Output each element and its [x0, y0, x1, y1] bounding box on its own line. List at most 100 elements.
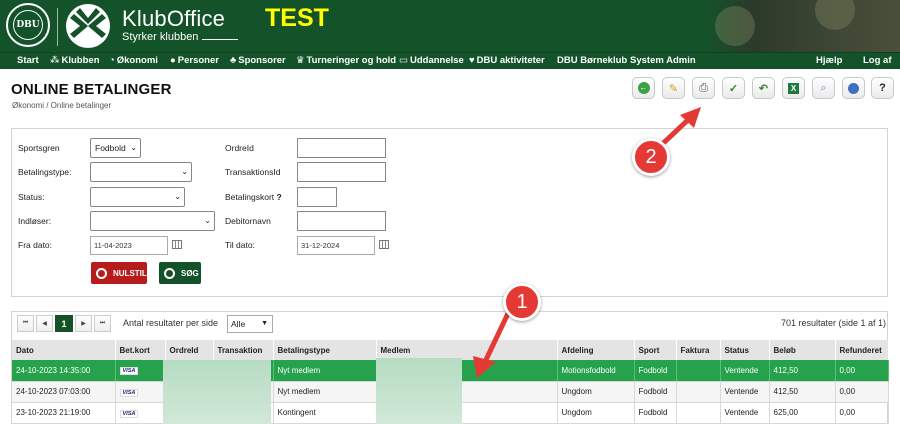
- print-button[interactable]: ⎙: [692, 77, 715, 99]
- col-status[interactable]: Status: [720, 340, 770, 360]
- first-page-button[interactable]: ⏮: [17, 315, 34, 332]
- cell-refunderet: 0,00: [835, 360, 889, 382]
- indloser-select[interactable]: ⌄: [90, 211, 215, 231]
- cell-faktura: [676, 402, 721, 424]
- ordreid-input[interactable]: [297, 138, 386, 158]
- nav-item-okonomi[interactable]: ◔ Økonomi: [109, 55, 158, 66]
- fradato-input[interactable]: 11-04-2023: [90, 236, 168, 255]
- visa-card-icon: VISA: [119, 388, 139, 397]
- approve-button[interactable]: ✓: [722, 77, 745, 99]
- nav-item-help[interactable]: Hjælp: [816, 55, 842, 66]
- col-betkort[interactable]: Bet.kort: [115, 340, 166, 360]
- cell-sport: Fodbold: [634, 402, 677, 424]
- breadcrumb: Økonomi / Online betalinger: [12, 101, 112, 110]
- help-button[interactable]: ?: [871, 77, 894, 99]
- next-page-button[interactable]: ▶: [75, 315, 92, 332]
- betalingstype-label: Betalingstype:: [18, 167, 72, 177]
- app-header: DBU KlubOffice Styrker klubben TEST: [0, 0, 900, 52]
- sponsor-icon: ♣: [230, 55, 237, 66]
- nav-item-sponsorer[interactable]: ♣ Sponsorer: [230, 55, 286, 66]
- chevron-down-icon: ⌄: [130, 143, 137, 152]
- calendar-icon[interactable]: [379, 240, 389, 249]
- tildato-input[interactable]: 31-12-2024: [297, 236, 375, 255]
- indloser-label: Indløser:: [18, 216, 52, 226]
- search-zoom-button[interactable]: ⌕: [812, 77, 835, 99]
- cell-refunderet: 0,00: [835, 381, 889, 403]
- col-dato[interactable]: Dato: [12, 340, 116, 360]
- calendar-icon[interactable]: [172, 240, 182, 249]
- cell-dato: 24-10-2023 07:03:00: [12, 381, 116, 403]
- prev-page-button[interactable]: ◀: [36, 315, 53, 332]
- betalingskort-label: Betalingskort ?: [225, 192, 282, 202]
- back-button[interactable]: ←: [632, 77, 655, 99]
- main-navigation: Start ⁂ Klubben ◔ Økonomi ● Personer ♣ Spons…: [0, 52, 900, 69]
- tildato-label: Til dato:: [225, 240, 255, 250]
- nav-item-personer[interactable]: ● Personer: [170, 55, 219, 66]
- nav-item-dbu-borneklub[interactable]: DBU Børneklub: [557, 55, 627, 66]
- undo-icon: ↶: [758, 82, 769, 95]
- info-button[interactable]: [842, 77, 865, 99]
- ordreid-label: OrdreId: [225, 143, 254, 153]
- chevron-down-icon: ⌄: [204, 216, 211, 225]
- cell-faktura: [676, 360, 721, 382]
- cell-refunderet: 0,00: [835, 402, 889, 424]
- col-sport[interactable]: Sport: [634, 340, 677, 360]
- edit-note-button[interactable]: ✎: [662, 77, 685, 99]
- cell-faktura: [676, 381, 721, 403]
- excel-export-button[interactable]: X: [782, 77, 805, 99]
- search-button[interactable]: SØG: [159, 262, 201, 284]
- redacted-member: [376, 358, 462, 424]
- col-refunderet[interactable]: Refunderet: [835, 340, 889, 360]
- per-page-select[interactable]: Alle ▼: [227, 315, 273, 333]
- cell-afdeling: Motionsfodbold: [557, 360, 635, 382]
- cell-betalingstype: Nyt medlem: [273, 360, 377, 382]
- chevron-down-icon: ▼: [261, 320, 268, 327]
- col-ordreid[interactable]: OrdreId: [165, 340, 214, 360]
- status-select[interactable]: ⌄: [90, 187, 185, 207]
- callout-badge-1: 1: [503, 283, 541, 321]
- transaktionsid-input[interactable]: [297, 162, 386, 182]
- transaktionsid-label: TransaktionsId: [225, 167, 281, 177]
- cell-afdeling: Ungdom: [557, 402, 635, 424]
- sportsgren-select[interactable]: Fodbold ⌄: [90, 138, 141, 158]
- col-faktura[interactable]: Faktura: [676, 340, 721, 360]
- help-question-icon[interactable]: ?: [277, 192, 282, 202]
- undo-button[interactable]: ↶: [752, 77, 775, 99]
- cell-status: Ventende: [720, 402, 770, 424]
- betalingstype-select[interactable]: ⌄: [90, 162, 192, 182]
- betalingskort-input[interactable]: [297, 187, 337, 207]
- magnifier-icon: ⌕: [820, 81, 827, 94]
- nav-item-turneringer[interactable]: ♛ Turneringer og hold: [296, 55, 396, 66]
- nav-item-start[interactable]: Start: [17, 55, 39, 66]
- page-title: ONLINE BETALINGER: [11, 81, 172, 98]
- people-icon: ⁂: [50, 55, 60, 66]
- col-transaktion[interactable]: Transaktion: [213, 340, 274, 360]
- current-page[interactable]: 1: [55, 315, 73, 332]
- reset-button[interactable]: NULSTIL: [91, 262, 147, 284]
- last-page-button[interactable]: ⏭: [94, 315, 111, 332]
- check-icon: ✓: [728, 82, 739, 95]
- nav-item-klubben[interactable]: ⁂ Klubben: [50, 55, 100, 66]
- col-belob[interactable]: Beløb: [769, 340, 836, 360]
- header-divider: [57, 8, 58, 46]
- cell-betkort: VISA: [115, 381, 166, 403]
- nav-item-system-admin[interactable]: System Admin: [630, 55, 696, 66]
- visa-card-icon: VISA: [119, 367, 139, 376]
- nav-item-dbu-aktiviteter[interactable]: ♥ DBU aktiviteter: [469, 55, 545, 66]
- nav-item-logout[interactable]: Log af: [863, 55, 892, 66]
- col-medlem[interactable]: Medlem: [376, 340, 558, 360]
- chevron-down-icon: ⌄: [181, 167, 188, 176]
- edit-note-icon: ✎: [668, 82, 679, 95]
- sportsgren-label: Sportsgren: [18, 143, 60, 153]
- col-betalingstype[interactable]: Betalingstype: [273, 340, 377, 360]
- dbu-seal-logo: DBU: [6, 3, 50, 47]
- debitornavn-label: Debitornavn: [225, 216, 271, 226]
- kluboffice-logo: [66, 4, 110, 48]
- excel-icon: X: [788, 82, 799, 94]
- col-afdeling[interactable]: Afdeling: [557, 340, 635, 360]
- nav-item-uddannelse[interactable]: ▭ Uddannelse: [399, 55, 464, 66]
- education-icon: ▭: [399, 55, 408, 66]
- search-icon: [164, 267, 175, 279]
- visa-card-icon: VISA: [119, 409, 139, 418]
- debitornavn-input[interactable]: [297, 211, 386, 231]
